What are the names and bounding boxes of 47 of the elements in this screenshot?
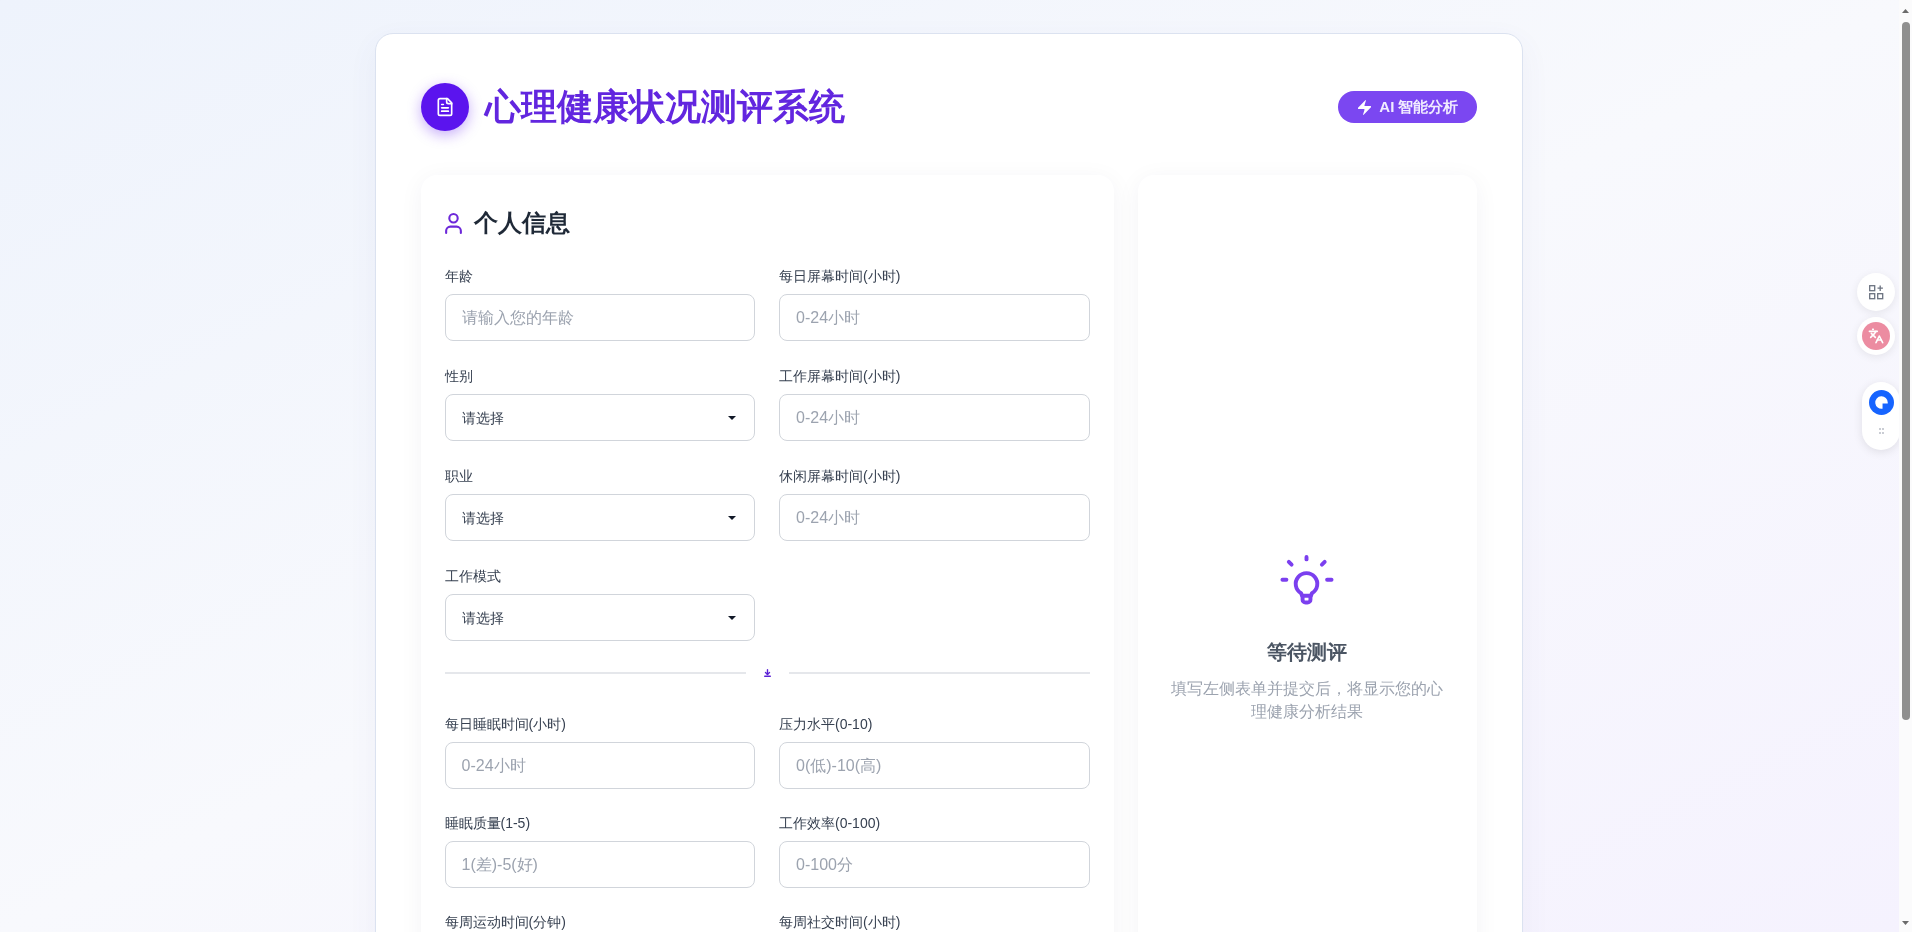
user-icon [444, 212, 462, 234]
input-field[interactable]: 请输入您的年龄 [444, 294, 755, 341]
input-field[interactable]: 0-24小时 [779, 394, 1090, 441]
input-field[interactable]: 0-24小时 [779, 294, 1090, 341]
field-label: 每日屏幕时间(小时) [779, 268, 902, 284]
result-title: 等待测评 [1267, 640, 1347, 665]
scroll-up-arrow-icon[interactable] [1902, 9, 1909, 13]
field-label: 每日睡眠时间(小时) [444, 716, 567, 732]
field-label: 工作屏幕时间(小时) [779, 368, 902, 384]
apps-button[interactable] [1857, 273, 1895, 311]
field-label: 工作模式 [444, 568, 502, 584]
scroll-down-arrow-icon[interactable] [1902, 921, 1909, 925]
field-label: 每周社交时间(小时) [779, 914, 902, 930]
caret-icon [728, 615, 736, 620]
input-field[interactable]: 1(差)-5(好) [444, 841, 755, 888]
scrollbar[interactable] [1899, 0, 1912, 932]
field-label: 睡眠质量(1-5) [444, 815, 532, 831]
select-field[interactable]: 请选择 [444, 494, 755, 541]
field-label: 工作效率(0-100) [779, 815, 882, 831]
field-label: 年龄 [444, 268, 474, 284]
input-field[interactable]: 0-24小时 [444, 742, 755, 789]
field-label: 职业 [444, 468, 474, 484]
section-title: 个人信息 [473, 208, 570, 238]
field-label: 压力水平(0-10) [779, 716, 874, 732]
grid-plus-icon [1868, 284, 1884, 300]
drag-handle-icon[interactable] [1878, 428, 1884, 434]
input-field[interactable]: 0(低)-10(高) [779, 742, 1090, 789]
badge-label: AI 智能分析 [1379, 96, 1459, 117]
result-message: 填写左侧表单并提交后，将显示您的心理健康分析结果 [1170, 679, 1444, 722]
translate-icon [1862, 322, 1890, 350]
select-field[interactable]: 请选择 [444, 394, 755, 441]
input-field[interactable]: 0-24小时 [779, 494, 1090, 541]
caret-icon [728, 515, 736, 520]
app-title: 心理健康状况测评系统 [484, 85, 845, 129]
caret-icon [728, 415, 736, 420]
translate-button[interactable] [1857, 317, 1895, 355]
lightning-icon [1358, 98, 1372, 116]
input-field[interactable]: 0-100分 [779, 841, 1090, 888]
lightbulb-icon [1280, 553, 1334, 607]
field-label: 每周运动时间(分钟) [444, 914, 567, 930]
arrow-down-to-line-icon [763, 669, 771, 677]
field-label: 性别 [444, 368, 474, 384]
field-label: 休闲屏幕时间(小时) [779, 468, 902, 484]
chat-bubble-icon[interactable] [1868, 390, 1894, 415]
select-field[interactable]: 请选择 [444, 594, 755, 641]
document-icon [420, 83, 469, 131]
scrollbar-thumb[interactable] [1901, 22, 1910, 720]
